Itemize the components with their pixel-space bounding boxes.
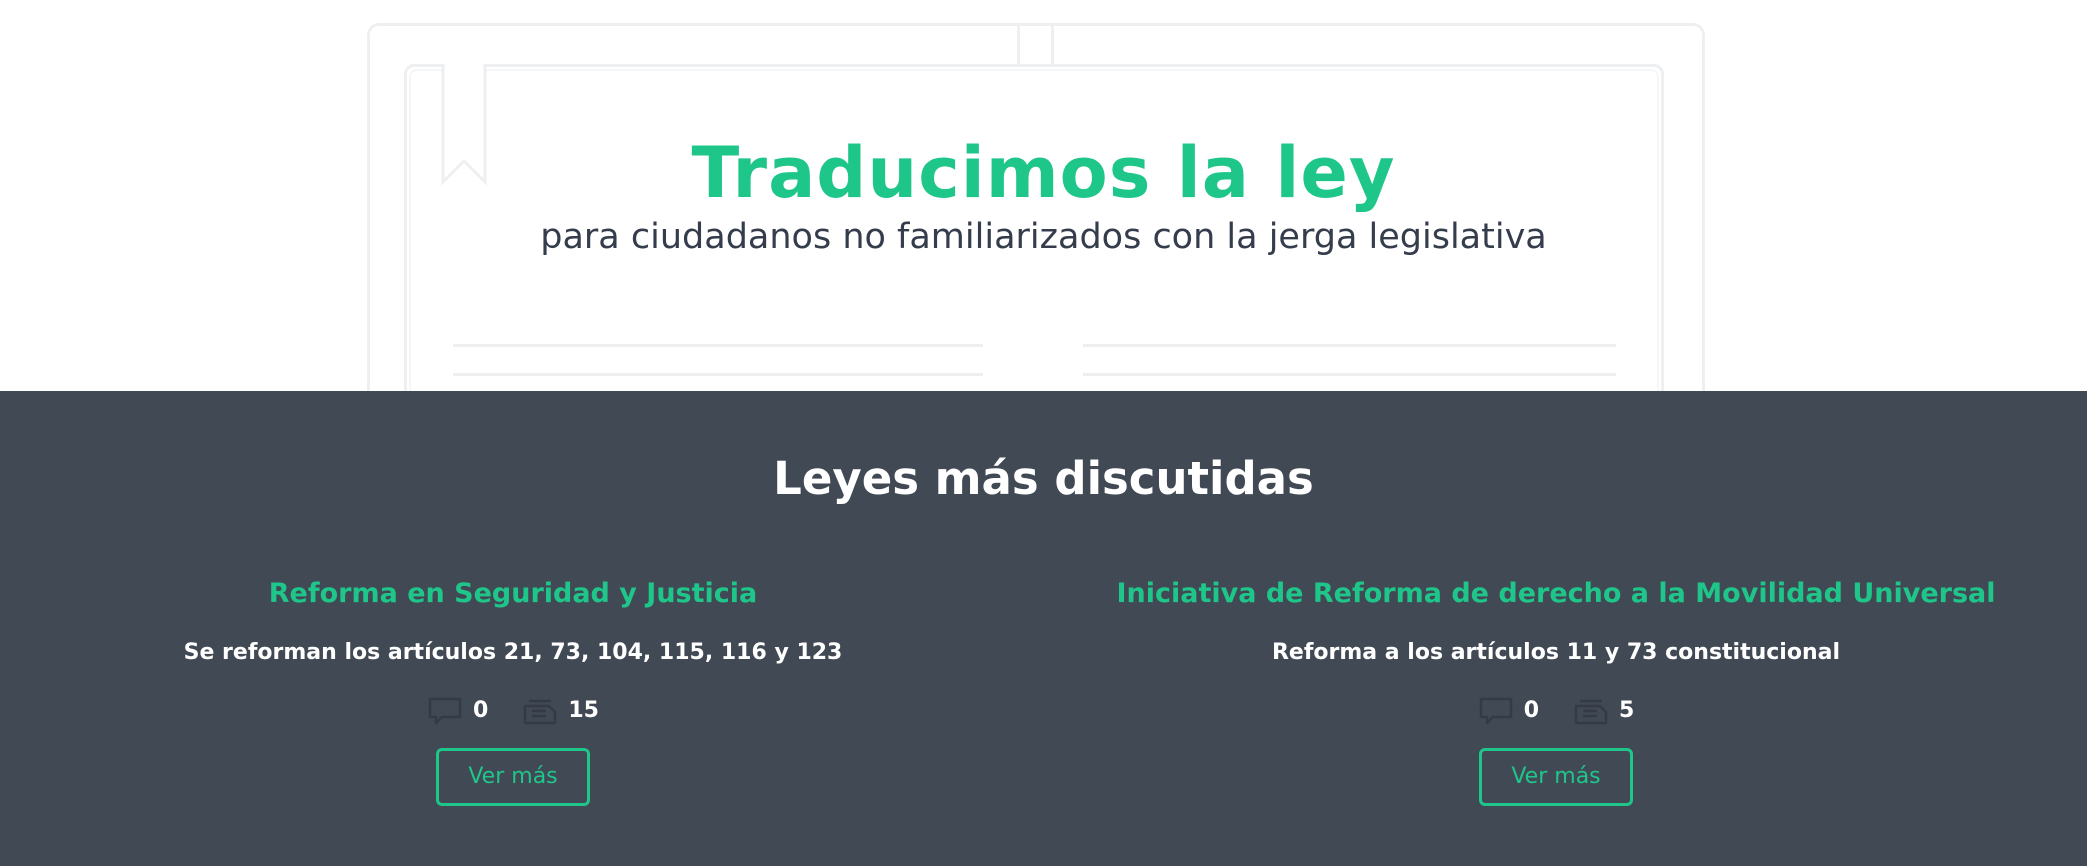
law-card: Iniciativa de Reforma de derecho a la Mo…	[1056, 576, 2056, 806]
comments-value: 0	[1523, 698, 1539, 723]
comments-count: 0	[427, 696, 488, 726]
document-stack-icon	[1574, 699, 1608, 725]
hero-title: Traducimos la ley	[691, 132, 1396, 214]
speech-bubble-icon	[428, 697, 462, 725]
law-title-link[interactable]: Iniciativa de Reforma de derecho a la Mo…	[1056, 576, 2056, 612]
comments-value: 0	[473, 698, 489, 723]
hero-subtitle: para ciudadanos no familiarizados con la…	[540, 217, 1547, 257]
book-illustration-spine	[1017, 23, 1054, 68]
proposals-count: 5	[1573, 696, 1634, 726]
law-description: Se reforman los artículos 21, 73, 104, 1…	[183, 640, 843, 665]
most-discussed-section: Leyes más discutidas Reforma en Segurida…	[0, 391, 2087, 866]
proposals-value: 5	[1619, 698, 1635, 723]
section-title: Leyes más discutidas	[773, 452, 1314, 505]
proposals-count: 15	[522, 696, 599, 726]
law-stats: 0 5	[1056, 696, 2056, 726]
book-text-line	[1083, 373, 1616, 376]
law-stats: 0 15	[13, 696, 1013, 726]
speech-bubble-icon	[1479, 697, 1512, 725]
see-more-button[interactable]: Ver más	[1479, 748, 1633, 806]
proposals-value: 15	[568, 698, 599, 723]
hero-section: Traducimos la ley para ciudadanos no fam…	[0, 0, 2087, 391]
see-more-button[interactable]: Ver más	[436, 748, 590, 806]
law-description: Reforma a los artículos 11 y 73 constitu…	[1271, 640, 1841, 665]
book-text-line	[1083, 344, 1616, 347]
law-title-link[interactable]: Reforma en Seguridad y Justicia	[13, 576, 1013, 612]
book-text-line	[453, 373, 983, 376]
law-card: Reforma en Seguridad y Justicia Se refor…	[13, 576, 1013, 806]
comments-count: 0	[1478, 696, 1539, 726]
book-text-line	[453, 344, 983, 347]
document-stack-icon	[524, 699, 557, 725]
